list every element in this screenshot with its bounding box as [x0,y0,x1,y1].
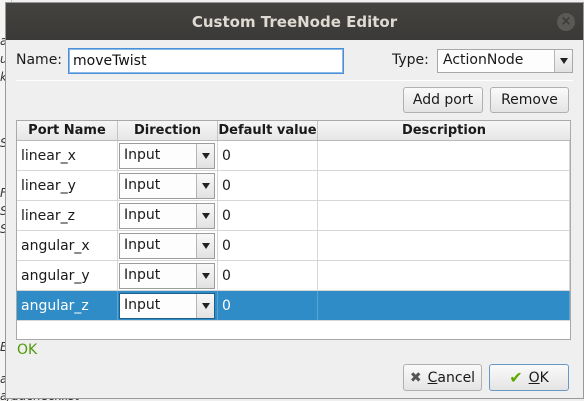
direction-select[interactable]: Input [119,172,215,199]
custom-treenode-editor-dialog: Custom TreeNode Editor × Name: Type: Act… [5,2,584,399]
direction-select-value: Input [124,206,161,223]
table-row[interactable]: angular_y Input 0 [17,261,570,291]
port-name-cell[interactable]: linear_z [17,201,118,230]
chevron-down-icon [196,263,214,288]
default-value-cell[interactable]: 0 [218,231,318,260]
table-row[interactable]: linear_x Input 0 [17,141,570,171]
direction-select[interactable]: Input [119,232,215,259]
direction-select[interactable]: Input [119,202,215,229]
chevron-down-icon [196,143,214,168]
check-icon: ✔ [509,368,523,387]
direction-select[interactable]: Input [119,142,215,169]
remove-button[interactable]: Remove [490,87,569,113]
column-header-description[interactable]: Description [318,121,570,140]
port-name-cell[interactable]: angular_y [17,261,118,290]
chevron-down-icon [196,293,214,318]
type-select-value: ActionNode [443,52,524,68]
description-cell[interactable] [318,261,570,290]
port-name-cell[interactable]: angular_x [17,231,118,260]
port-name-cell[interactable]: linear_y [17,171,118,200]
separator [16,80,573,81]
name-input[interactable] [68,48,344,74]
port-name-cell[interactable]: linear_x [17,141,118,170]
column-header-default-value[interactable]: Default value [218,121,318,140]
direction-cell: Input [118,201,218,230]
column-header-port-name[interactable]: Port Name [17,121,118,140]
default-value-cell[interactable]: 0 [218,201,318,230]
validation-status: OK [17,342,38,358]
description-cell[interactable] [318,291,570,320]
cancel-button-label: Cancel [427,369,476,386]
table-row-selected[interactable]: angular_z Input 0 [17,291,570,321]
description-cell[interactable] [318,171,570,200]
name-type-row: Name: Type: ActionNode [16,48,573,74]
port-name-cell[interactable]: angular_z [17,291,118,320]
type-label: Type: [392,52,429,68]
ok-button-label: OK [528,369,549,386]
close-icon[interactable]: × [557,13,575,31]
direction-cell: Input [118,171,218,200]
direction-cell: Input [118,261,218,290]
name-label: Name: [16,52,63,68]
default-value-cell[interactable]: 0 [218,141,318,170]
default-value-cell[interactable]: 0 [218,171,318,200]
ports-table: Port Name Direction Default value Descri… [16,120,571,340]
table-row[interactable]: linear_y Input 0 [17,171,570,201]
dialog-titlebar[interactable]: Custom TreeNode Editor × [6,3,583,40]
chevron-down-icon [196,233,214,258]
description-cell[interactable] [318,201,570,230]
table-row[interactable]: linear_z Input 0 [17,201,570,231]
direction-select-value: Input [124,236,161,253]
direction-select-value: Input [124,146,161,163]
column-header-direction[interactable]: Direction [118,121,218,140]
default-value-cell[interactable]: 0 [218,291,318,320]
table-header: Port Name Direction Default value Descri… [17,121,570,141]
direction-select[interactable]: Input [119,292,215,319]
cancel-button[interactable]: ✖ Cancel [403,364,482,391]
chevron-down-icon [196,173,214,198]
chevron-down-icon [196,203,214,228]
type-select[interactable]: ActionNode [437,49,573,73]
direction-cell: Input [118,291,218,320]
table-row[interactable]: angular_x Input 0 [17,231,570,261]
direction-select[interactable]: Input [119,262,215,289]
ok-button[interactable]: ✔ OK [489,364,569,391]
dialog-title: Custom TreeNode Editor [191,12,398,31]
direction-cell: Input [118,141,218,170]
default-value-cell[interactable]: 0 [218,261,318,290]
direction-select-value: Input [124,176,161,193]
description-cell[interactable] [318,141,570,170]
chevron-down-icon [554,50,572,72]
direction-select-value: Input [124,296,161,313]
direction-select-value: Input [124,266,161,283]
description-cell[interactable] [318,231,570,260]
x-icon: ✖ [409,369,422,386]
direction-cell: Input [118,231,218,260]
add-port-button[interactable]: Add port [403,87,483,113]
